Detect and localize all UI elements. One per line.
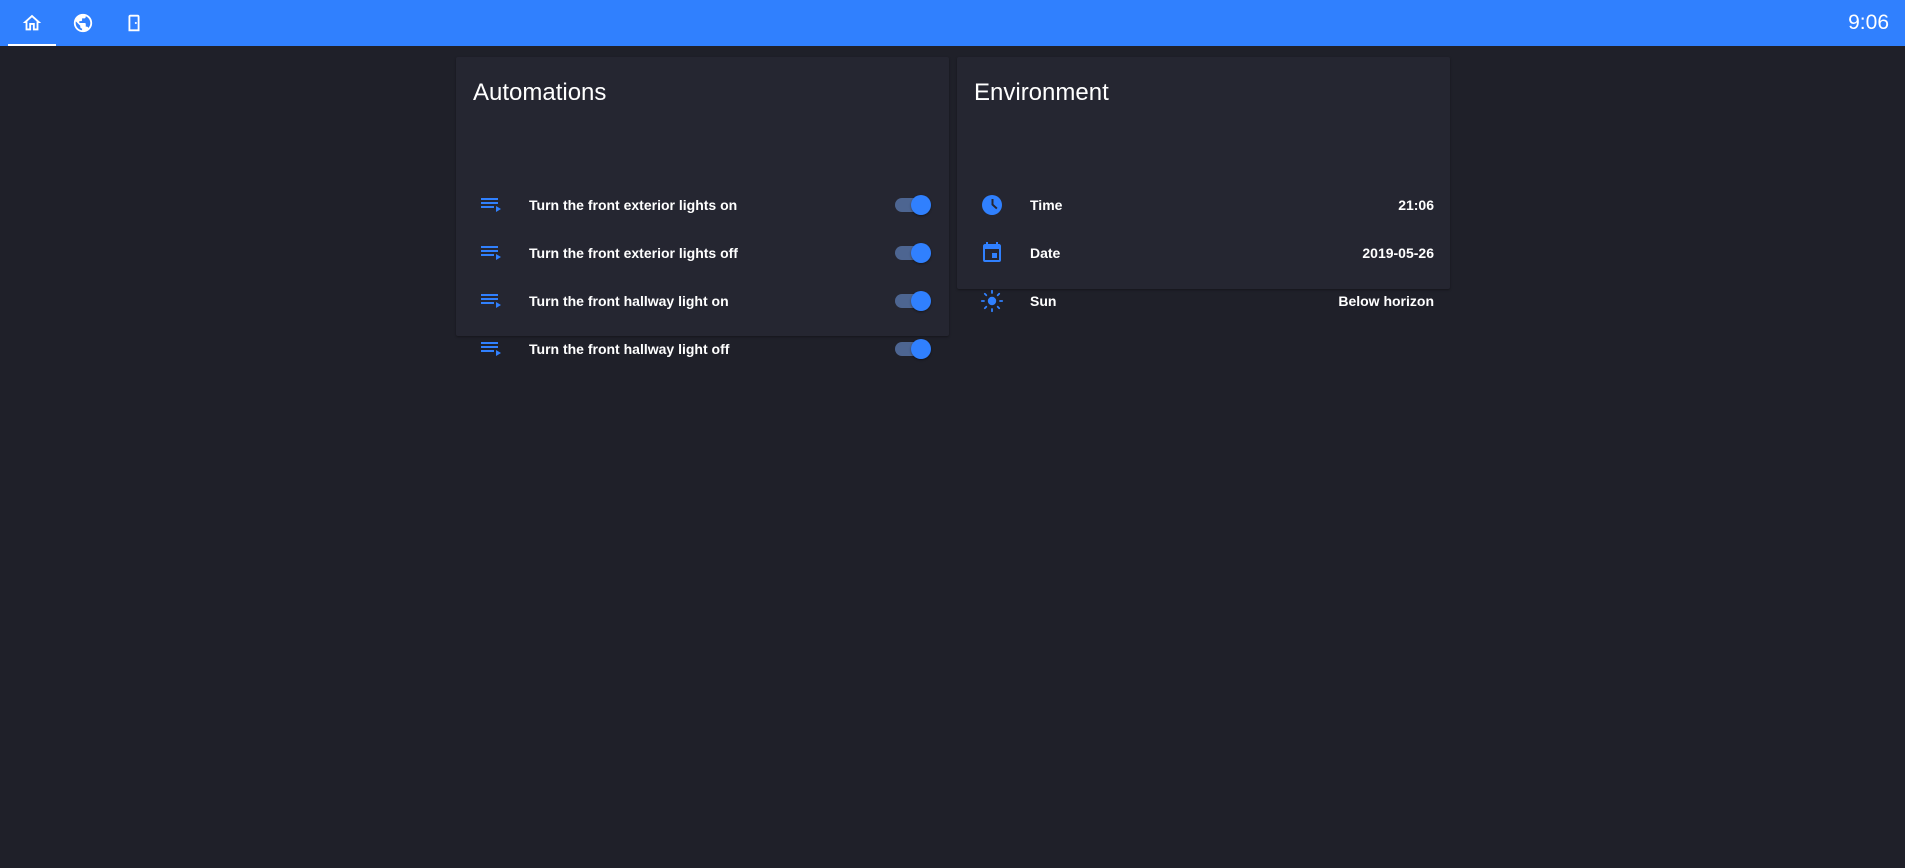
globe-icon <box>73 13 93 33</box>
environment-value: 21:06 <box>1398 197 1434 213</box>
environment-row[interactable]: Sun Below horizon <box>957 277 1450 325</box>
tab-door[interactable] <box>110 0 158 46</box>
playlist-play-icon <box>478 192 504 218</box>
automation-label: Turn the front hallway light on <box>529 293 729 309</box>
automation-row: Turn the front hallway light on <box>456 277 949 325</box>
automation-label: Turn the front exterior lights on <box>529 197 738 213</box>
clock-icon <box>979 192 1005 218</box>
environment-label: Date <box>1030 245 1061 261</box>
environment-label: Sun <box>1030 293 1057 309</box>
environment-value: Below horizon <box>1338 293 1434 309</box>
toggle-knob <box>911 243 931 263</box>
toggle-knob <box>911 291 931 311</box>
card-title: Environment <box>974 79 1109 106</box>
environment-value: 2019-05-26 <box>1362 245 1434 261</box>
environment-row[interactable]: Date 2019-05-26 <box>957 229 1450 277</box>
automations-card: Automations Turn the front exterior ligh… <box>456 57 949 359</box>
automation-row: Turn the front exterior lights on <box>456 181 949 229</box>
playlist-play-icon <box>478 336 504 362</box>
playlist-play-icon <box>478 288 504 314</box>
automation-toggle[interactable] <box>895 337 931 361</box>
topbar-clock: 9:06 <box>1848 11 1889 34</box>
card-title: Automations <box>473 79 607 106</box>
toggle-knob <box>911 195 931 215</box>
tab-home[interactable] <box>8 0 56 46</box>
automation-toggle[interactable] <box>895 289 931 313</box>
automation-label: Turn the front exterior lights off <box>529 245 738 261</box>
top-toolbar: 9:06 <box>0 0 1905 46</box>
toggle-knob <box>911 339 931 359</box>
environment-row[interactable]: Time 21:06 <box>957 181 1450 229</box>
environment-label: Time <box>1030 197 1063 213</box>
automation-toggle[interactable] <box>895 241 931 265</box>
automation-toggle[interactable] <box>895 193 931 217</box>
automation-row: Turn the front hallway light off <box>456 325 949 373</box>
calendar-icon <box>979 240 1005 266</box>
door-icon <box>128 14 140 32</box>
home-icon <box>22 14 42 31</box>
automation-row: Turn the front exterior lights off <box>456 229 949 277</box>
playlist-play-icon <box>478 240 504 266</box>
tab-globe[interactable] <box>59 0 107 46</box>
environment-card: Environment Time 21:06 Date 2019-05-26 S… <box>957 57 1450 313</box>
automation-label: Turn the front hallway light off <box>529 341 730 357</box>
sun-icon <box>979 288 1005 314</box>
